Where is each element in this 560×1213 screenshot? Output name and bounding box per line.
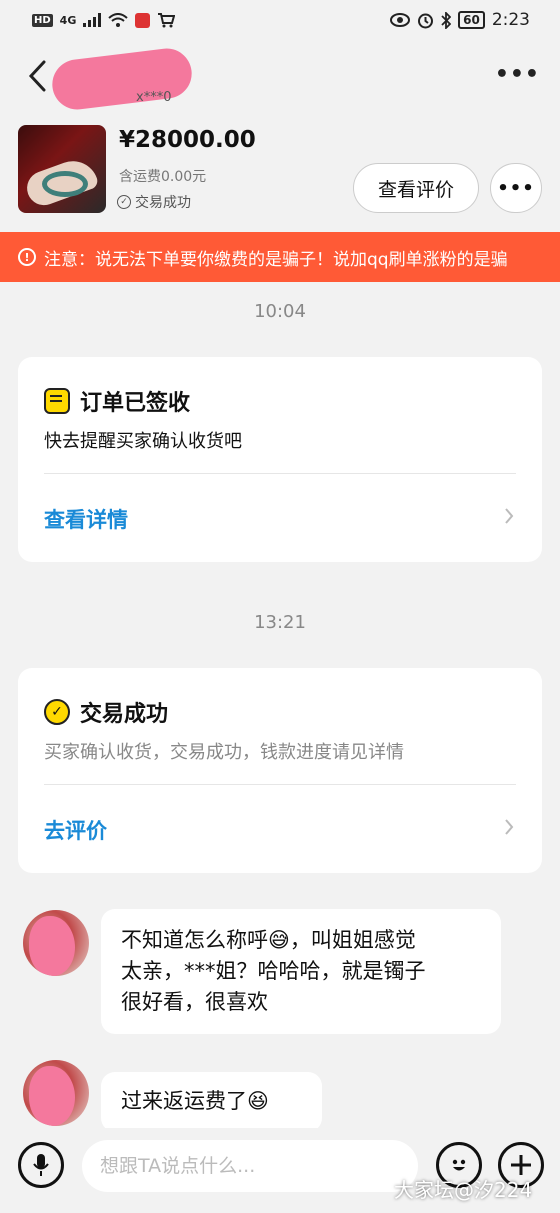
more-dots-icon[interactable]: •••: [490, 163, 542, 213]
card-title-text: 订单已签收: [80, 391, 191, 416]
alert-circle-icon: !: [18, 248, 36, 266]
view-details-link[interactable]: 查看详情: [44, 504, 128, 534]
yellow-check-icon: ✓: [44, 699, 70, 725]
go-review-link[interactable]: 去评价: [44, 815, 107, 845]
message-bubble[interactable]: 不知道怎么称呼😅，叫姐姐感觉 太亲，***姐？哈哈哈，就是镯子 很好看，很喜欢: [101, 909, 501, 1034]
product-price: ¥28000.00: [119, 127, 256, 153]
signal-icon: [83, 13, 102, 27]
product-bar: ¥28000.00 含运费0.00元 ✓ 交易成功 查看评价 •••: [0, 115, 560, 232]
divider: [44, 784, 516, 785]
timestamp: 10:04: [254, 301, 306, 322]
thumb-bangle: [42, 171, 88, 197]
check-circle-icon: ✓: [117, 195, 131, 209]
card-title: ✓ 交易成功: [44, 696, 168, 728]
watermark: 大家坛@汐224: [394, 1178, 533, 1202]
yellow-document-icon: [44, 388, 70, 414]
deal-status-label: 交易成功: [135, 195, 191, 211]
more-dots-icon[interactable]: •••: [495, 62, 540, 87]
message-text: 过来返运费了😆: [121, 1089, 269, 1113]
divider: [44, 473, 516, 474]
card-description: 买家确认收货，交易成功，钱款进度请见详情: [44, 742, 404, 763]
redacted-avatar-overlay: [29, 1066, 75, 1126]
battery-indicator: 60: [458, 11, 485, 29]
card-description: 快去提醒买家确认收货吧: [44, 431, 242, 452]
chevron-left-icon[interactable]: [22, 56, 52, 96]
microphone-icon[interactable]: [18, 1142, 64, 1188]
order-signed-card[interactable]: 订单已签收 快去提醒买家确认收货吧 查看详情: [18, 357, 542, 562]
warning-banner: ! 注意：说无法下单要你缴费的是骗子！说加qq刷单涨粉的是骗: [0, 232, 560, 282]
hd-badge: HD: [32, 13, 53, 27]
network-type: 4G: [59, 13, 77, 27]
deal-success-card[interactable]: ✓ 交易成功 买家确认收货，交易成功，钱款进度请见详情 去评价: [18, 668, 542, 873]
message-line: 不知道怎么称呼😅，叫姐姐感觉: [121, 928, 416, 952]
clock: 2:23: [491, 10, 530, 30]
status-right: 60 2:23: [390, 10, 530, 30]
message-bubble[interactable]: 过来返运费了😆: [101, 1072, 322, 1132]
bluetooth-icon: [441, 11, 452, 29]
message-input[interactable]: [82, 1140, 418, 1192]
status-left: HD 4G: [32, 12, 176, 28]
contact-name: x***0: [49, 45, 197, 113]
alarm-icon: [418, 13, 434, 28]
message-line: 太亲，***姐？哈哈哈，就是镯子: [121, 959, 426, 983]
message-line: 很好看，很喜欢: [121, 990, 268, 1014]
cart-icon: [158, 13, 176, 28]
redacted-avatar-overlay: [29, 916, 75, 976]
card-title: 订单已签收: [44, 385, 190, 417]
warning-text: 注意：说无法下单要你缴费的是骗子！说加qq刷单涨粉的是骗: [44, 249, 508, 270]
chevron-right-icon: [504, 507, 514, 529]
shipping-fee: 含运费0.00元: [119, 169, 207, 185]
card-title-text: 交易成功: [80, 702, 169, 727]
status-bar: HD 4G 60 2:23: [0, 0, 560, 40]
chevron-right-icon: [504, 818, 514, 840]
eye-icon: [390, 13, 411, 27]
timestamp: 13:21: [254, 612, 306, 633]
product-thumbnail[interactable]: [18, 125, 106, 213]
deal-status: ✓ 交易成功: [117, 192, 191, 212]
redacted-name-overlay: [49, 45, 195, 113]
contact-id: x***0: [136, 90, 172, 105]
view-review-button[interactable]: 查看评价: [353, 163, 479, 213]
avatar[interactable]: [23, 910, 89, 976]
chat-header: x***0 •••: [0, 40, 560, 115]
wifi-icon: [108, 12, 129, 27]
app-notification-icon: [135, 12, 151, 28]
avatar[interactable]: [23, 1060, 89, 1126]
